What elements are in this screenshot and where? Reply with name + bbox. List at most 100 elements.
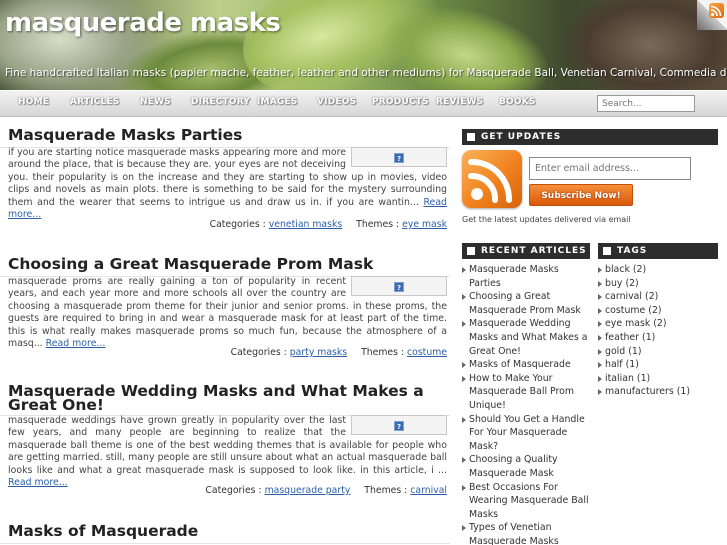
recent-article-link[interactable]: Choosing a Great Masquerade Prom Mask — [469, 291, 581, 316]
tag-link[interactable]: half — [605, 359, 623, 370]
categories-label: Categories : — [209, 219, 266, 230]
post-excerpt: ? masquerade proms are really gaining a … — [8, 276, 447, 350]
tag-link[interactable]: eye mask — [605, 318, 650, 329]
ad-placeholder[interactable]: ? — [351, 276, 447, 296]
recent-article-link[interactable]: Masquerade Wedding Masks and What Makes … — [469, 318, 588, 356]
nav-directory[interactable]: DIRECTORY — [191, 97, 250, 107]
themes-label: Themes : — [356, 219, 400, 230]
tag-link[interactable]: manufacturers — [605, 386, 674, 397]
rss-icon[interactable] — [709, 3, 724, 18]
search-input[interactable] — [597, 95, 695, 112]
category-link[interactable]: party masks — [290, 347, 347, 358]
site-tagline: Fine handcrafted Italian masks (papier m… — [5, 67, 727, 79]
post-excerpt: ? if you are starting notice masquerade … — [8, 147, 447, 221]
updates-note: Get the latest updates delivered via ema… — [462, 215, 631, 224]
themes-label: Themes : — [361, 347, 405, 358]
category-link[interactable]: venetian masks — [269, 219, 342, 230]
recent-articles-list: Masquerade Masks Parties Choosing a Grea… — [462, 263, 592, 545]
list-item[interactable]: How to Make Your Masquerade Ball Prom Un… — [462, 372, 592, 413]
list-item[interactable]: gold (1) — [598, 345, 723, 359]
post-meta: Categories : venetian masks Themes : eye… — [210, 219, 447, 230]
recent-article-link[interactable]: Masks of Masquerade — [469, 359, 571, 370]
recent-article-link[interactable]: Types of Venetian Masquerade Masks — [469, 522, 559, 545]
post-excerpt: ? masquerade weddings have grown greatly… — [8, 415, 447, 489]
tag-count: (2) — [648, 304, 662, 316]
subscribe-button[interactable]: Subscribe Now! — [529, 184, 633, 206]
tags-heading: TAGS — [598, 243, 718, 259]
main-content: Masquerade Masks Parties ? if you are st… — [0, 118, 452, 545]
recent-article-link[interactable]: How to Make Your Masquerade Ball Prom Un… — [469, 373, 574, 411]
nav-news[interactable]: NEWS — [140, 97, 171, 107]
read-more-link[interactable]: Read more... — [8, 477, 68, 488]
nav-products[interactable]: PRODUCTS — [372, 97, 429, 107]
tag-count: (1) — [625, 359, 639, 371]
list-item[interactable]: buy (2) — [598, 277, 723, 291]
tag-link[interactable]: carnival — [605, 291, 642, 302]
list-item[interactable]: Masquerade Wedding Masks and What Makes … — [462, 317, 592, 358]
list-item[interactable]: eye mask (2) — [598, 317, 723, 331]
ad-placeholder[interactable]: ? — [351, 147, 447, 167]
list-item[interactable]: costume (2) — [598, 304, 723, 318]
list-item[interactable]: black (2) — [598, 263, 723, 277]
recent-article-link[interactable]: Best Occasions For Wearing Masquerade Ba… — [469, 482, 589, 520]
post-title[interactable]: Masquerade Masks Parties — [8, 127, 438, 143]
list-item[interactable]: half (1) — [598, 358, 723, 372]
post: Choosing a Great Masquerade Prom Mask ? … — [0, 255, 452, 367]
tag-link[interactable]: feather — [605, 332, 639, 343]
rss-icon[interactable] — [462, 150, 522, 208]
list-item[interactable]: Should You Get a Handle For Your Masquer… — [462, 413, 592, 454]
nav-reviews[interactable]: REVIEWS — [436, 97, 483, 107]
list-item[interactable]: carnival (2) — [598, 290, 723, 304]
post-title[interactable]: Masquerade Wedding Masks and What Makes … — [8, 383, 428, 413]
help-icon: ? — [394, 421, 404, 431]
post-title[interactable]: Masks of Masquerade — [8, 523, 438, 539]
nav-videos[interactable]: VIDEOS — [317, 97, 356, 107]
tag-count: (2) — [645, 291, 659, 303]
nav-books[interactable]: BOOKS — [499, 97, 536, 107]
category-link[interactable]: masquerade party — [265, 485, 351, 496]
tag-count: (2) — [632, 264, 647, 275]
get-updates-heading: GET UPDATES — [462, 129, 718, 145]
tag-count: (2) — [653, 318, 667, 330]
list-item[interactable]: Choosing a Great Masquerade Prom Mask — [462, 290, 592, 317]
nav-home[interactable]: HOME — [18, 97, 49, 107]
site-header: masquerade masks Fine handcrafted Italia… — [0, 0, 727, 90]
ad-placeholder[interactable]: ? — [351, 415, 447, 435]
post-title[interactable]: Choosing a Great Masquerade Prom Mask — [8, 256, 438, 272]
theme-link[interactable]: costume — [407, 347, 447, 358]
list-item[interactable]: feather (1) — [598, 331, 723, 345]
list-item[interactable]: Masquerade Masks Parties — [462, 263, 592, 290]
list-item[interactable]: italian (1) — [598, 372, 723, 386]
main-nav: HOME ARTICLES NEWS DIRECTORY IMAGES VIDE… — [0, 90, 727, 117]
list-item[interactable]: Best Occasions For Wearing Masquerade Ba… — [462, 481, 592, 522]
recent-article-link[interactable]: Should You Get a Handle For Your Masquer… — [469, 414, 585, 452]
tags-list: black (2) buy (2) carnival (2) costume (… — [598, 263, 723, 399]
tag-link[interactable]: italian — [605, 373, 634, 384]
post-meta: Categories : masquerade party Themes : c… — [205, 485, 447, 496]
post: Masks of Masquerade — [0, 522, 452, 545]
theme-link[interactable]: carnival — [410, 485, 447, 496]
list-item[interactable]: Masks of Masquerade — [462, 358, 592, 372]
title-divider — [0, 543, 450, 544]
theme-link[interactable]: eye mask — [402, 219, 447, 230]
rss-feed-corner[interactable] — [697, 0, 727, 30]
tag-count: (1) — [642, 331, 656, 343]
tag-link[interactable]: buy — [605, 278, 622, 289]
site-title[interactable]: masquerade masks — [5, 8, 281, 38]
help-icon: ? — [394, 153, 404, 163]
tag-link[interactable]: costume — [605, 305, 645, 316]
post: Masquerade Masks Parties ? if you are st… — [0, 126, 452, 238]
list-item[interactable]: Choosing a Quality Masquerade Mask — [462, 453, 592, 480]
nav-articles[interactable]: ARTICLES — [70, 97, 120, 107]
read-more-link[interactable]: Read more... — [46, 338, 106, 349]
email-field[interactable] — [529, 157, 691, 180]
tag-link[interactable]: black — [605, 264, 630, 275]
help-icon: ? — [394, 282, 404, 292]
list-item[interactable]: Types of Venetian Masquerade Masks — [462, 521, 592, 545]
list-item[interactable]: manufacturers (1) — [598, 385, 723, 399]
nav-images[interactable]: IMAGES — [257, 97, 298, 107]
tag-count: (1) — [676, 386, 690, 398]
recent-article-link[interactable]: Choosing a Quality Masquerade Mask — [469, 454, 558, 479]
tag-link[interactable]: gold — [605, 346, 625, 357]
recent-article-link[interactable]: Masquerade Masks Parties — [469, 264, 559, 289]
